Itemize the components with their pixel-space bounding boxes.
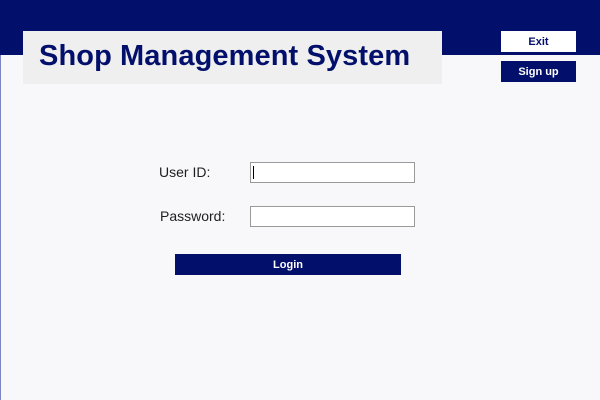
sign-up-button[interactable]: Sign up [501, 61, 576, 82]
login-window: Shop Management System Exit Sign up User… [0, 0, 600, 400]
page-title: Shop Management System [39, 40, 411, 72]
password-label: Password: [160, 208, 226, 224]
title-panel: Shop Management System [23, 31, 442, 84]
user-id-label: User ID: [159, 164, 211, 180]
user-id-input[interactable] [250, 162, 415, 183]
exit-button[interactable]: Exit [501, 31, 576, 52]
window-left-edge [0, 55, 1, 400]
login-button[interactable]: Login [175, 254, 401, 275]
password-input[interactable] [250, 206, 415, 227]
text-caret [253, 166, 254, 179]
